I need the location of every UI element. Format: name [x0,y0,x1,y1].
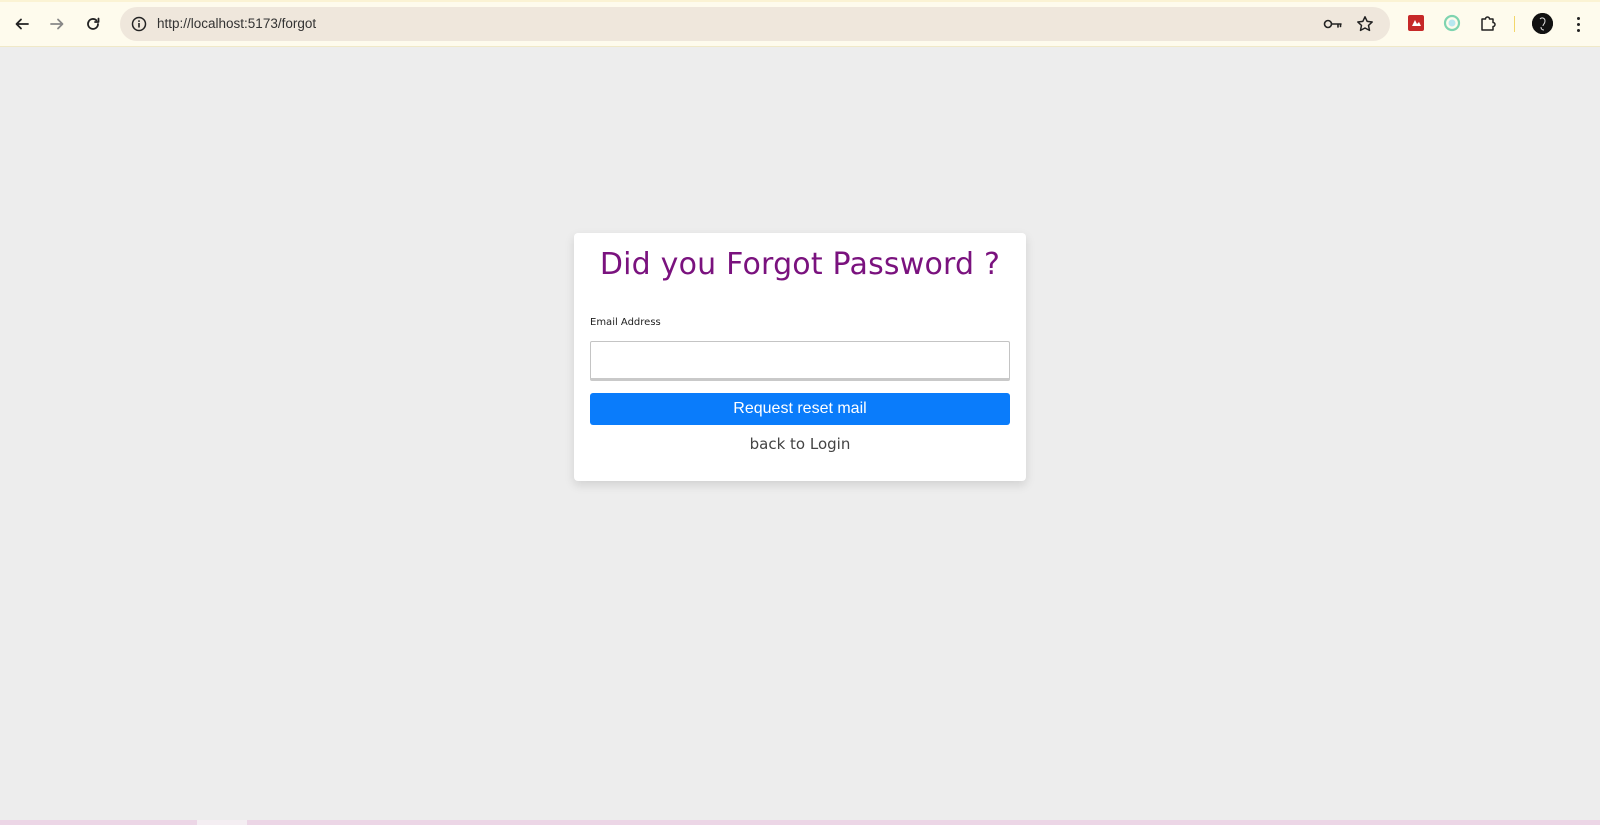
reload-button[interactable] [79,10,107,38]
tab-strip-edge [0,0,1600,2]
extension-green-button[interactable] [1442,13,1462,33]
email-field[interactable] [590,341,1010,381]
puzzle-icon [1481,16,1496,31]
back-to-login-link[interactable]: back to Login [574,435,1026,453]
page-title: Did you Forgot Password ? [599,247,1001,282]
info-icon [131,16,147,32]
forward-button[interactable] [43,10,71,38]
key-icon [1323,19,1342,29]
site-info-button[interactable] [126,11,152,37]
toolbar-divider [1514,16,1515,32]
url-text[interactable]: http://localhost:5173/forgot [157,7,316,41]
extensions-menu-button[interactable] [1478,13,1498,33]
red-extension-icon [1408,15,1424,31]
back-button[interactable] [8,10,36,38]
green-circle-extension-icon [1443,14,1461,32]
reload-icon [87,17,100,30]
star-icon [1357,16,1373,32]
kebab-menu-icon[interactable] [1568,13,1588,35]
bookmark-button[interactable] [1352,11,1378,37]
arrow-right-icon [50,18,64,30]
request-reset-button[interactable]: Request reset mail [590,393,1010,425]
bottom-edge-strip [0,820,1600,825]
arrow-left-icon [15,18,29,30]
forgot-password-card: Did you Forgot Password ? Email Address … [574,233,1026,481]
avatar-icon [1532,13,1553,34]
password-key-button[interactable] [1320,11,1346,37]
email-label: Email Address [590,317,661,328]
address-bar[interactable]: http://localhost:5173/forgot [120,7,1390,41]
browser-toolbar: http://localhost:5173/forgot [0,0,1600,47]
profile-button[interactable] [1532,13,1553,34]
bottom-strip-highlight [197,820,247,825]
extension-red-button[interactable] [1406,13,1426,33]
